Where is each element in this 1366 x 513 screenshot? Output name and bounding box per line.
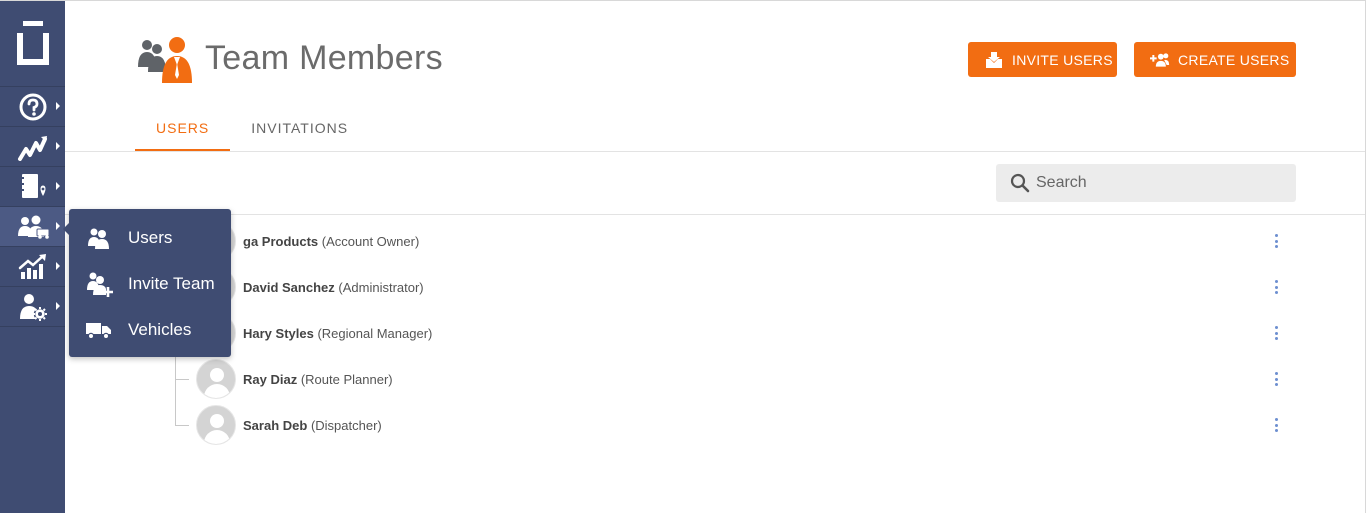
app-frame: Users Invite Team Vehicles Team Members …	[0, 0, 1366, 513]
user-name: ga Products	[243, 233, 319, 249]
flyout-item-users[interactable]: Users	[69, 215, 231, 261]
team-flyout-menu: Users Invite Team Vehicles	[63, 209, 231, 357]
sidebar	[0, 1, 65, 513]
create-users-label: CREATE USERS	[1178, 51, 1290, 68]
flyout-item-invite-team[interactable]: Invite Team	[69, 261, 231, 307]
tree-branch	[175, 425, 189, 426]
more-options-icon[interactable]	[1273, 326, 1279, 340]
more-options-icon[interactable]	[1273, 372, 1279, 386]
invite-users-label: INVITE USERS	[1012, 51, 1113, 68]
flyout-item-label: Invite Team	[128, 274, 215, 293]
tab-users[interactable]: USERS	[135, 111, 231, 151]
invite-users-button[interactable]: INVITE USERS	[968, 42, 1117, 77]
page-title: Team Members	[205, 39, 443, 77]
user-row[interactable]: Sarah Deb (Dispatcher)	[196, 405, 1296, 445]
user-role: (Account Owner)	[321, 233, 420, 249]
avatar	[196, 405, 236, 445]
invite-download-icon	[984, 51, 1004, 69]
route-planner-icon[interactable]	[0, 167, 65, 207]
routes-icon[interactable]	[0, 127, 65, 167]
user-name: Ray Diaz	[243, 371, 298, 387]
list-divider	[65, 214, 1365, 215]
invite-team-icon	[85, 272, 113, 297]
user-role: (Regional Manager)	[317, 325, 433, 341]
truck-icon	[85, 318, 113, 342]
analytics-icon[interactable]	[0, 247, 65, 287]
user-role: (Route Planner)	[300, 371, 393, 387]
tab-invitations[interactable]: INVITATIONS	[230, 111, 369, 151]
search-box[interactable]	[996, 164, 1296, 202]
user-name: Sarah Deb	[243, 417, 308, 433]
user-role: (Administrator)	[338, 279, 424, 295]
avatar	[196, 359, 236, 399]
more-options-icon[interactable]	[1273, 418, 1279, 432]
user-role: (Dispatcher)	[310, 417, 382, 433]
user-row[interactable]: Hary Styles (Regional Manager)	[196, 313, 1296, 353]
user-name: David Sanchez	[243, 279, 335, 295]
user-settings-icon[interactable]	[0, 287, 65, 327]
search-input[interactable]	[1036, 174, 1276, 192]
more-options-icon[interactable]	[1273, 280, 1279, 294]
team-members-icon	[135, 35, 197, 85]
team-icon[interactable]	[0, 207, 65, 247]
flyout-item-label: Users	[128, 228, 173, 247]
add-users-icon	[1150, 51, 1170, 69]
users-icon	[85, 226, 113, 250]
tabs-divider	[65, 151, 1365, 152]
user-row[interactable]: Ray Diaz (Route Planner)	[196, 359, 1296, 399]
flyout-item-vehicles[interactable]: Vehicles	[69, 307, 231, 353]
tab-bar: USERS INVITATIONS	[135, 111, 369, 151]
user-name: Hary Styles	[243, 325, 314, 341]
help-icon[interactable]	[0, 87, 65, 127]
user-row[interactable]: David Sanchez (Administrator)	[196, 267, 1296, 307]
user-row[interactable]: ga Products (Account Owner)	[196, 221, 1296, 261]
more-options-icon[interactable]	[1273, 234, 1279, 248]
create-users-button[interactable]: CREATE USERS	[1134, 42, 1296, 77]
flyout-item-label: Vehicles	[128, 320, 192, 339]
tree-branch	[175, 379, 189, 380]
search-icon	[1009, 172, 1031, 194]
brand-logo-icon[interactable]	[0, 1, 65, 87]
